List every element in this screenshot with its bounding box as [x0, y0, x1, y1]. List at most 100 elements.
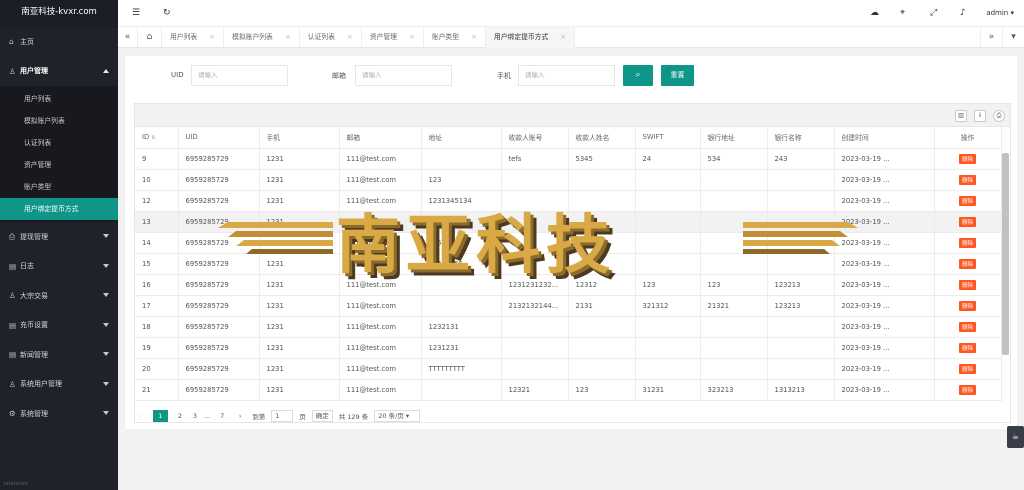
sidebar-item-home[interactable]: ⌂ 主页	[0, 27, 118, 57]
delete-button[interactable]: 删除	[958, 195, 976, 206]
table-cell: 111@test.com	[339, 316, 422, 338]
sidebar-item-system[interactable]: ⚙ 系统管理	[0, 399, 118, 429]
top-bar: ☰ ↻ ☁ ⌖ ⤢ ♪ admin ▾	[118, 0, 1024, 27]
sidebar-subitem-withdraw-methods[interactable]: 用户绑定提币方式	[0, 198, 118, 220]
tab-account-types[interactable]: 账户类型 ×	[424, 27, 486, 48]
table-row[interactable]: 17 6959285729 1231 111@test.com 2132132144..…	[135, 295, 1002, 317]
table-cell	[767, 253, 835, 275]
sidebar-item-logs[interactable]: ▤ 日志	[0, 252, 118, 282]
action-cell: 删除	[934, 295, 1002, 317]
col-header-id[interactable]: ID ⇅	[135, 127, 179, 149]
close-icon[interactable]: ×	[347, 27, 353, 48]
page-button[interactable]: 2	[174, 410, 186, 422]
delete-button[interactable]: 删除	[958, 363, 976, 374]
reset-button[interactable]: 重置	[661, 65, 694, 86]
close-icon[interactable]: ×	[409, 27, 415, 48]
side-widget-icon[interactable]: ☕	[1007, 426, 1024, 448]
table-row[interactable]: 12 6959285729 1231 111@test.com 1231345134 20…	[135, 190, 1002, 212]
vertical-scrollbar[interactable]	[1002, 153, 1009, 355]
sidebar-item-withdraw[interactable]: ⎙ 提现管理	[0, 222, 118, 252]
uid-input[interactable]: 请输入	[191, 65, 288, 86]
table-cell	[635, 253, 701, 275]
table-row[interactable]: 13 6959285729 1231 111@test.com 1231345134 20…	[135, 211, 1002, 233]
close-icon[interactable]: ×	[471, 27, 477, 48]
table-row[interactable]: 16 6959285729 1231 111@test.com 1231231232..…	[135, 274, 1002, 296]
sort-icon[interactable]: ⇅	[151, 135, 155, 141]
table-cell	[568, 358, 636, 380]
tab-next-icon[interactable]: »	[980, 27, 1002, 48]
delete-button[interactable]: 删除	[958, 300, 976, 311]
sidebar-item-deposit[interactable]: ▤ 充币设置	[0, 311, 118, 341]
tab-assets[interactable]: 资产管理 ×	[362, 27, 424, 48]
print-icon[interactable]: ⎙	[993, 110, 1005, 122]
sidebar-item-sys-users[interactable]: ♙ 系统用户管理	[0, 370, 118, 400]
table-body: 9 6959285729 1231 111@test.com tefs 5345 24 534…	[135, 148, 1002, 401]
data-table: ▥ ⇩ ⎙ ID ⇅ UID 手机 邮箱 地址 收款人账号 收款人姓名 SWIF…	[134, 103, 1011, 423]
table-row[interactable]: 18 6959285729 1231 111@test.com 1232131 2023-…	[135, 316, 1002, 338]
table-row[interactable]: 15 6959285729 1231 111@test.com 23423455 2023…	[135, 253, 1002, 275]
export-icon[interactable]: ⇩	[974, 110, 986, 122]
table-row[interactable]: 19 6959285729 1231 111@test.com 1231231 2023-…	[135, 337, 1002, 359]
table-row[interactable]: 20 6959285729 1231 111@test.com TTTTTTTTT 202…	[135, 358, 1002, 380]
table-cell	[700, 169, 768, 191]
table-cell: 2023-03-19 ...	[834, 295, 935, 317]
table-row[interactable]: 21 6959285729 1231 111@test.com 12321 123 3123…	[135, 379, 1002, 401]
sidebar-item-user-mgmt[interactable]: ♙ 用户管理	[0, 57, 118, 87]
bell-icon[interactable]: ♪	[960, 8, 966, 18]
delete-button[interactable]: 删除	[958, 321, 976, 332]
tab-withdraw-methods[interactable]: 用户绑定提币方式 ×	[485, 27, 576, 48]
sidebar-subitem-auth-list[interactable]: 认证列表	[0, 132, 118, 154]
sidebar-item-news[interactable]: ▤ 新闻管理	[0, 340, 118, 370]
delete-button[interactable]: 删除	[958, 216, 976, 227]
columns-icon[interactable]: ▥	[955, 110, 967, 122]
table-cell: 123	[700, 274, 768, 296]
phone-input[interactable]: 请输入	[518, 65, 615, 86]
table-cell: 111@test.com	[339, 190, 422, 212]
sidebar-subitem-sim-accounts[interactable]: 模拟账户列表	[0, 110, 118, 132]
refresh-icon[interactable]: ↻	[163, 8, 171, 18]
page-button[interactable]: 3	[192, 410, 198, 422]
close-icon[interactable]: ×	[285, 27, 291, 48]
per-page-select[interactable]: 20 条/页 ▾	[374, 410, 421, 422]
tab-menu-icon[interactable]: ▾	[1002, 27, 1024, 48]
goto-confirm-button[interactable]: 确定	[311, 410, 333, 422]
delete-button[interactable]: 删除	[958, 258, 976, 269]
menu-toggle-icon[interactable]: ☰	[132, 8, 140, 18]
sidebar-subitem-user-list[interactable]: 用户列表	[0, 88, 118, 110]
table-cell: 6959285729	[178, 211, 260, 233]
tab-user-list[interactable]: 用户列表 ×	[162, 27, 225, 48]
search-button[interactable]: ⌕	[623, 65, 653, 86]
sidebar-subitem-assets[interactable]: 资产管理	[0, 154, 118, 176]
prev-page-icon[interactable]: ‹	[135, 410, 147, 422]
next-page-icon[interactable]: ›	[234, 410, 246, 422]
delete-button[interactable]: 删除	[958, 384, 976, 395]
page-button[interactable]: 7	[216, 410, 228, 422]
sidebar-item-block-trade[interactable]: ♙ 大宗交易	[0, 281, 118, 311]
table-row[interactable]: 10 6959285729 1231 111@test.com 123 2023-03-1…	[135, 169, 1002, 191]
delete-button[interactable]: 删除	[958, 174, 976, 185]
tag-icon[interactable]: ⌖	[900, 8, 905, 18]
home-tab-icon[interactable]: ⌂	[138, 27, 162, 47]
theme-icon[interactable]: ☁	[870, 8, 879, 18]
table-row[interactable]: 14 6959285729 1231 111@test.com 345 2023-03-1…	[135, 232, 1002, 254]
close-icon[interactable]: ×	[560, 27, 566, 48]
delete-button[interactable]: 删除	[958, 153, 976, 164]
close-icon[interactable]: ×	[209, 27, 215, 48]
tab-prev-icon[interactable]: «	[118, 27, 138, 47]
table-cell: 123213	[767, 274, 835, 296]
page-button[interactable]: 1	[153, 410, 168, 422]
tab-sim-accounts[interactable]: 模拟账户列表 ×	[224, 27, 300, 48]
fullscreen-icon[interactable]: ⤢	[930, 8, 937, 18]
table-row[interactable]: 9 6959285729 1231 111@test.com tefs 5345 24 534…	[135, 148, 1002, 170]
email-input[interactable]: 请输入	[355, 65, 452, 86]
delete-button[interactable]: 删除	[958, 279, 976, 290]
table-cell: 1231	[259, 316, 340, 338]
tab-auth-list[interactable]: 认证列表 ×	[300, 27, 362, 48]
sidebar-subitem-account-types[interactable]: 账户类型	[0, 176, 118, 198]
goto-page-input[interactable]: 1	[271, 410, 294, 422]
table-cell: 21	[135, 379, 179, 401]
delete-button[interactable]: 删除	[958, 342, 976, 353]
delete-button[interactable]: 删除	[958, 237, 976, 248]
table-cell: 111@test.com	[339, 169, 422, 191]
admin-menu[interactable]: admin ▾	[986, 9, 1014, 17]
